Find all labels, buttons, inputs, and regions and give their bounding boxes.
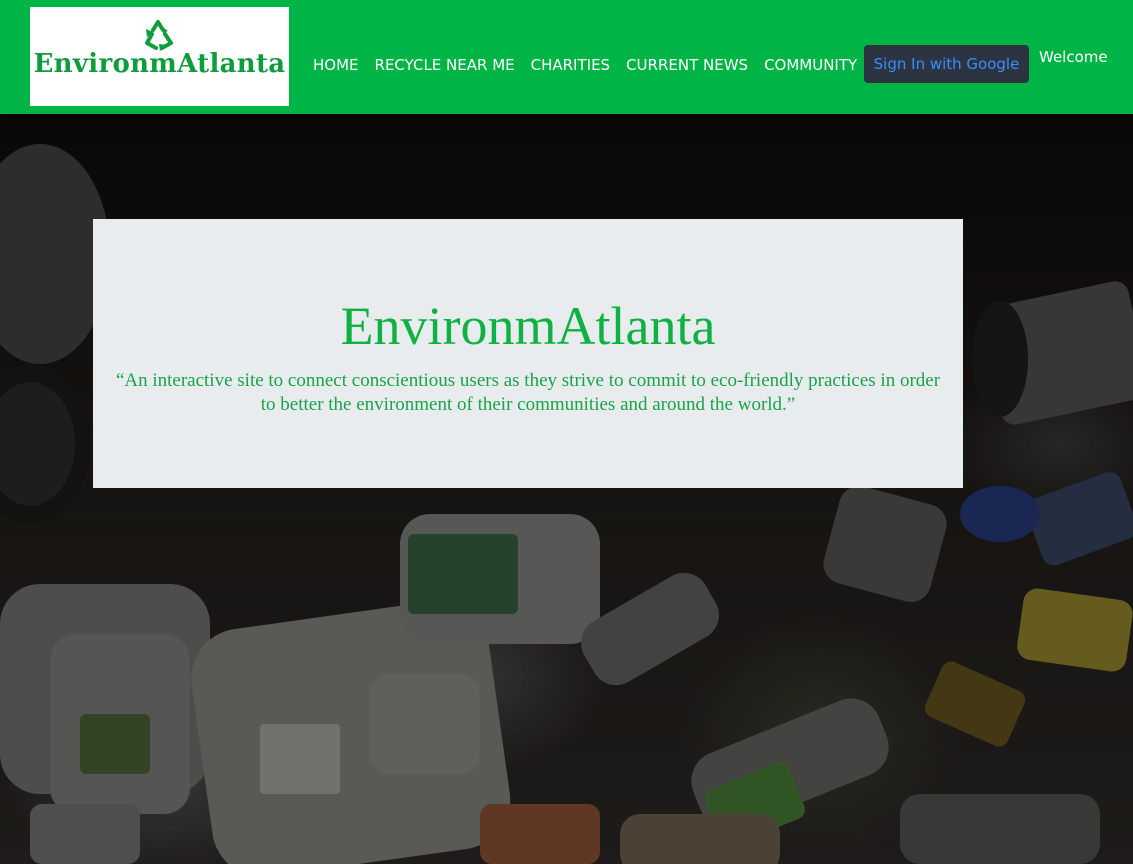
logo-text: EnvironmAtlanta [33, 49, 286, 79]
welcome-text: Welcome [1039, 48, 1108, 66]
nav-link-community[interactable]: COMMUNITY [764, 56, 857, 74]
main-nav: HOME RECYCLE NEAR ME CHARITIES CURRENT N… [313, 56, 873, 74]
nav-link-recycle-near-me[interactable]: RECYCLE NEAR ME [375, 56, 515, 74]
recycle-icon [145, 20, 173, 51]
hero-title: EnvironmAtlanta [340, 296, 716, 356]
nav-link-home[interactable]: HOME [313, 56, 359, 74]
logo[interactable]: EnvironmAtlanta [30, 7, 289, 106]
hero-tagline: “An interactive site to connect conscien… [115, 370, 941, 415]
nav-link-charities[interactable]: CHARITIES [531, 56, 610, 74]
top-navbar: EnvironmAtlanta HOME RECYCLE NEAR ME CHA… [0, 0, 1133, 114]
hero-card: EnvironmAtlanta “An interactive site to … [93, 219, 963, 488]
sign-in-google-button[interactable]: Sign In with Google [864, 45, 1029, 83]
hero-section: EnvironmAtlanta “An interactive site to … [0, 114, 1133, 864]
nav-link-current-news[interactable]: CURRENT NEWS [626, 56, 748, 74]
